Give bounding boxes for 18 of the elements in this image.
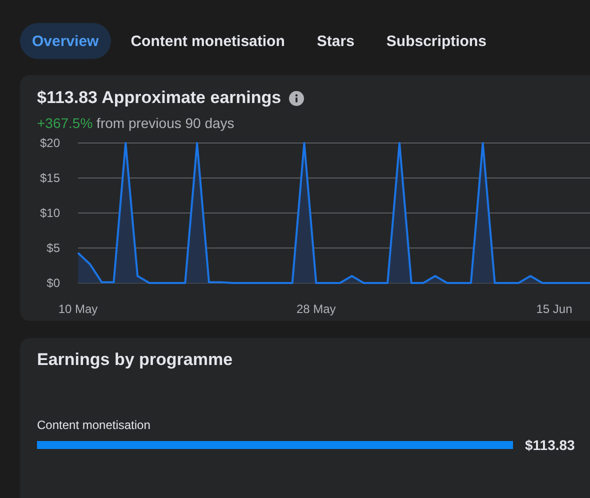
tab[interactable]: Stars: [304, 23, 366, 59]
x-axis-label: 15 Jun: [536, 302, 572, 316]
y-axis-label: $0: [46, 276, 60, 290]
programme-name: Content monetisation: [37, 418, 152, 432]
programme-title: Earnings by programme: [37, 350, 234, 370]
programme-amount: $113.83: [525, 437, 575, 453]
y-axis-label: $5: [46, 241, 60, 255]
y-axis-label: $20: [40, 136, 60, 150]
tab[interactable]: Overview: [20, 23, 111, 59]
y-axis-label: $10: [40, 206, 60, 220]
y-axis-label: $15: [40, 171, 60, 185]
earnings-title: $113.83 Approximate earnings: [37, 88, 282, 108]
info-icon[interactable]: [289, 90, 304, 106]
x-axis-label: 10 May: [58, 302, 98, 316]
tab[interactable]: Subscriptions: [374, 23, 498, 59]
change-note: +367.5% from previous 90 days: [36, 114, 236, 131]
tab[interactable]: Content monetisation: [118, 23, 297, 59]
x-axis-label: 28 May: [296, 302, 336, 316]
